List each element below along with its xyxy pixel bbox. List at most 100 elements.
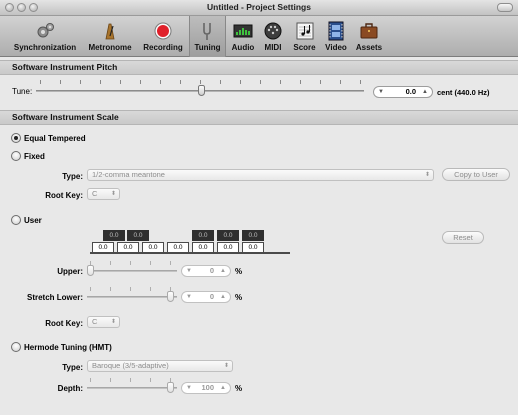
tab-recording[interactable]: Recording <box>139 16 187 57</box>
depth-value-stepper[interactable]: ▼ 100 ▲ <box>181 382 231 394</box>
tune-slider[interactable] <box>36 80 364 100</box>
slider-track <box>87 296 177 298</box>
stretch-lower-value-stepper[interactable]: ▼ 0 ▲ <box>181 291 231 303</box>
black-key-cell[interactable]: 0.0 <box>103 230 125 241</box>
black-key-cell[interactable]: 0.0 <box>242 230 264 241</box>
fixed-root-key-value: C <box>92 189 98 198</box>
radio-fixed[interactable] <box>11 151 21 161</box>
hermode-tuning-label: Hermode Tuning (HMT) <box>24 343 112 352</box>
stretch-lower-slider[interactable] <box>87 287 177 305</box>
tune-unit-text: cent (440.0 Hz) <box>437 88 490 97</box>
stretch-lower-value: 0 <box>209 292 214 301</box>
depth-slider-knob[interactable] <box>167 382 174 393</box>
metronome-icon <box>105 23 115 40</box>
popup-chevron-icon: ⬍ <box>223 363 229 369</box>
tab-assets[interactable]: Assets <box>352 16 386 57</box>
tab-label: Metronome <box>88 43 132 52</box>
upper-percent-label: % <box>235 267 243 276</box>
tab-score[interactable]: Score <box>289 16 320 57</box>
midi-plug-icon <box>264 22 282 40</box>
upper-label: Upper: <box>57 267 83 276</box>
decrement-arrow-icon[interactable]: ▼ <box>186 292 192 302</box>
black-key-cell[interactable]: 0.0 <box>217 230 239 241</box>
slider-ticks <box>40 80 362 84</box>
depth-slider[interactable] <box>87 378 177 396</box>
stretch-lower-label: Stretch Lower: <box>26 293 83 302</box>
user-root-key-value: C <box>92 317 98 326</box>
slider-track <box>87 387 177 389</box>
keyboard-baseline <box>90 252 290 254</box>
hmt-type-label: Type: <box>62 363 83 372</box>
tune-value-stepper[interactable]: ▼ 0.0 ▲ <box>373 86 433 98</box>
tune-value: 0.0 <box>405 87 416 96</box>
black-key-cell[interactable]: 0.0 <box>192 230 214 241</box>
slider-ticks <box>90 287 176 291</box>
toolbar-toggle-button[interactable] <box>497 3 513 12</box>
tab-label: Score <box>293 43 316 52</box>
increment-arrow-icon[interactable]: ▲ <box>220 383 226 393</box>
hmt-type-popup[interactable]: Baroque (3/5-adaptive) ⬍ <box>87 360 233 372</box>
section-header-scale: Software Instrument Scale <box>0 110 518 125</box>
popup-chevron-icon: ⬍ <box>110 319 116 325</box>
fixed-type-popup[interactable]: 1/2-comma meantone ⬍ <box>87 169 434 181</box>
tuning-fork-icon <box>202 23 211 40</box>
record-icon <box>154 22 172 40</box>
increment-arrow-icon[interactable]: ▲ <box>220 266 226 276</box>
reset-button[interactable]: Reset <box>442 231 484 244</box>
radio-hermode-tuning[interactable] <box>11 342 21 352</box>
upper-slider-knob[interactable] <box>87 265 94 276</box>
tab-label: Synchronization <box>13 43 77 52</box>
assets-briefcase-icon <box>360 23 378 39</box>
fixed-type-value: 1/2-comma meantone <box>92 170 165 179</box>
copy-to-user-button[interactable]: Copy to User <box>442 168 510 181</box>
upper-value-stepper[interactable]: ▼ 0 ▲ <box>181 265 231 277</box>
audio-meter-icon <box>233 24 253 38</box>
black-key-cell[interactable]: 0.0 <box>127 230 149 241</box>
tab-tuning[interactable]: Tuning <box>189 16 226 57</box>
radio-equal-tempered[interactable] <box>11 133 21 143</box>
depth-value: 100 <box>201 383 214 392</box>
popup-chevron-icon: ⬍ <box>110 191 116 197</box>
depth-label: Depth: <box>57 384 83 393</box>
fixed-label: Fixed <box>24 152 45 161</box>
tab-synchronization[interactable]: Synchronization <box>8 16 82 57</box>
slider-ticks <box>90 378 176 382</box>
section-header-pitch: Software Instrument Pitch <box>0 60 518 75</box>
window-title: Untitled - Project Settings <box>207 2 311 12</box>
tab-video[interactable]: Video <box>321 16 351 57</box>
slider-ticks <box>90 261 176 265</box>
tune-slider-knob[interactable] <box>198 85 205 96</box>
tune-label: Tune: <box>12 87 33 96</box>
tab-label: Recording <box>143 43 183 52</box>
slider-track <box>87 270 177 272</box>
tab-label: Video <box>325 43 347 52</box>
user-root-key-popup[interactable]: C ⬍ <box>87 316 120 328</box>
fixed-root-key-label: Root Key: <box>45 191 83 200</box>
hmt-type-value: Baroque (3/5-adaptive) <box>92 361 169 370</box>
stretch-lower-percent-label: % <box>235 293 243 302</box>
decrement-arrow-icon[interactable]: ▼ <box>186 266 192 276</box>
user-label: User <box>24 216 42 225</box>
tab-label: MIDI <box>264 43 282 52</box>
upper-slider[interactable] <box>87 261 177 279</box>
tab-metronome[interactable]: Metronome <box>84 16 136 57</box>
fixed-type-label: Type: <box>62 172 83 181</box>
tab-label: Audio <box>231 43 255 52</box>
fixed-root-key-popup[interactable]: C ⬍ <box>87 188 120 200</box>
increment-arrow-icon[interactable]: ▲ <box>220 292 226 302</box>
radio-user[interactable] <box>11 215 21 225</box>
decrement-arrow-icon[interactable]: ▼ <box>378 87 384 97</box>
depth-percent-label: % <box>235 384 243 393</box>
user-root-key-label: Root Key: <box>45 319 83 328</box>
popup-chevron-icon: ⬍ <box>424 172 430 178</box>
increment-arrow-icon[interactable]: ▲ <box>422 87 428 97</box>
stretch-lower-slider-knob[interactable] <box>167 291 174 302</box>
tab-audio[interactable]: Audio <box>228 16 258 57</box>
video-film-icon <box>328 21 344 41</box>
synchronization-gears-icon <box>37 23 54 38</box>
decrement-arrow-icon[interactable]: ▼ <box>186 383 192 393</box>
tab-midi[interactable]: MIDI <box>259 16 287 57</box>
upper-value: 0 <box>209 266 214 275</box>
score-notes-icon <box>296 22 313 40</box>
equal-tempered-label: Equal Tempered <box>24 134 86 143</box>
